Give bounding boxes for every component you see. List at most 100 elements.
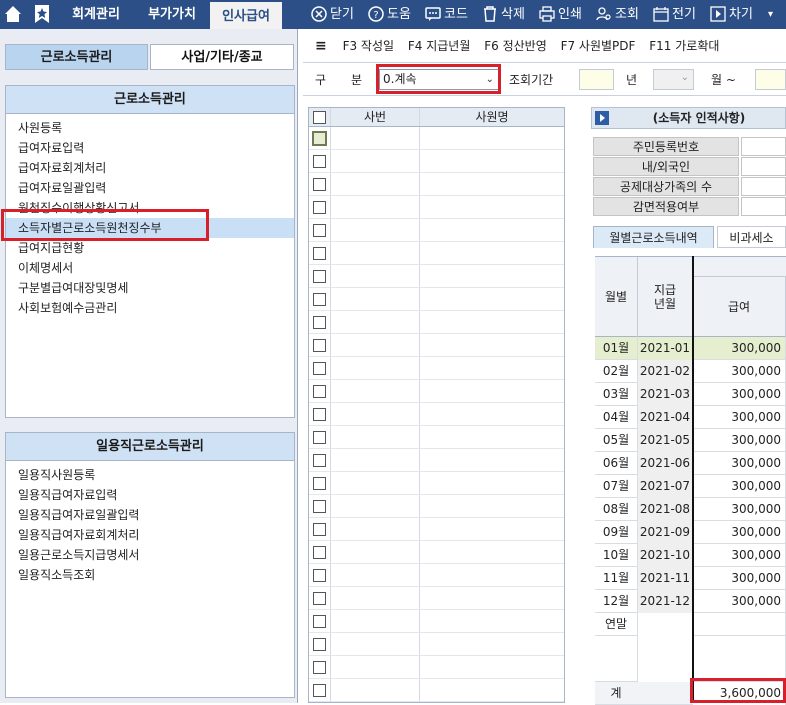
home-icon[interactable] xyxy=(2,3,24,25)
next-period-button[interactable]: 차기 xyxy=(710,0,753,29)
row-checkbox[interactable] xyxy=(313,637,326,651)
row-checkbox[interactable] xyxy=(313,269,326,283)
table-row[interactable] xyxy=(309,610,564,633)
cell-employee-id[interactable] xyxy=(331,495,420,517)
cell-employee-id[interactable] xyxy=(331,610,420,632)
cell-employee-name[interactable] xyxy=(420,196,564,218)
table-row[interactable]: 11월 2021-11 300,000 xyxy=(595,567,786,590)
row-checkbox[interactable] xyxy=(313,407,326,421)
cell-salary[interactable]: 300,000 xyxy=(693,429,786,452)
row-checkbox[interactable] xyxy=(313,154,326,168)
cell-salary[interactable]: 300,000 xyxy=(693,360,786,383)
menu-item-withholding-ledger[interactable]: 소득자별근로소득원천징수부 xyxy=(6,218,294,238)
print-button[interactable]: 인쇄 xyxy=(539,0,582,29)
row-checkbox[interactable] xyxy=(313,522,326,536)
table-row[interactable] xyxy=(309,403,564,426)
row-checkbox[interactable] xyxy=(313,384,326,398)
table-row[interactable]: 03월 2021-03 300,000 xyxy=(595,383,786,406)
table-row[interactable] xyxy=(309,242,564,265)
menu-item-employee-registration[interactable]: 사원등록 xyxy=(6,118,294,138)
cell-salary[interactable]: 300,000 xyxy=(693,567,786,590)
delete-button[interactable]: 삭제 xyxy=(482,0,525,29)
cell-employee-id[interactable] xyxy=(331,242,420,264)
subtab-earned-income[interactable]: 근로소득관리 xyxy=(5,44,148,70)
table-row[interactable]: 01월 2021-01 300,000 xyxy=(595,337,786,360)
f6-settlement-button[interactable]: F6 정산반영 xyxy=(484,39,547,53)
menu-item-payroll-bulk-input[interactable]: 급여자료일괄입력 xyxy=(6,178,294,198)
f11-expand-button[interactable]: F11 가로확대 xyxy=(649,39,719,53)
table-row[interactable] xyxy=(309,127,564,150)
cell-salary[interactable]: 300,000 xyxy=(693,498,786,521)
close-button[interactable]: 닫기 xyxy=(311,0,354,29)
select-all-checkbox[interactable] xyxy=(313,110,326,124)
cell-employee-name[interactable] xyxy=(420,426,564,448)
cell-employee-name[interactable] xyxy=(420,265,564,287)
more-chevron-icon[interactable]: ▾ xyxy=(768,0,773,29)
row-checkbox[interactable] xyxy=(313,338,326,352)
cell-employee-id[interactable] xyxy=(331,587,420,609)
menu-item-payroll-input[interactable]: 급여자료입력 xyxy=(6,138,294,158)
row-checkbox[interactable] xyxy=(313,683,326,697)
bookmark-star-icon[interactable] xyxy=(31,3,53,25)
cell-employee-name[interactable] xyxy=(420,679,564,701)
row-checkbox[interactable] xyxy=(313,591,326,605)
value-reduction[interactable] xyxy=(741,197,786,216)
cell-employee-name[interactable] xyxy=(420,610,564,632)
table-row[interactable] xyxy=(309,495,564,518)
menu-item-payroll-ledger[interactable]: 구분별급여대장및명세 xyxy=(6,278,294,298)
cell-employee-id[interactable] xyxy=(331,196,420,218)
cell-employee-id[interactable] xyxy=(331,311,420,333)
row-checkbox[interactable] xyxy=(313,177,326,191)
cell-employee-id[interactable] xyxy=(331,426,420,448)
table-row[interactable]: 04월 2021-04 300,000 xyxy=(595,406,786,429)
cell-employee-name[interactable] xyxy=(420,518,564,540)
table-row[interactable] xyxy=(309,311,564,334)
value-nationality[interactable] xyxy=(741,157,786,176)
f7-pdf-button[interactable]: F7 사원별PDF xyxy=(561,39,636,53)
cell-employee-name[interactable] xyxy=(420,219,564,241)
f3-date-button[interactable]: F3 작성일 xyxy=(343,39,394,53)
row-checkbox[interactable] xyxy=(313,476,326,490)
row-checkbox[interactable] xyxy=(313,568,326,582)
menu-item-social-insurance[interactable]: 사회보험예수금관리 xyxy=(6,298,294,318)
row-checkbox[interactable] xyxy=(313,430,326,444)
cell-employee-id[interactable] xyxy=(331,564,420,586)
row-checkbox[interactable] xyxy=(312,130,327,146)
cell-employee-id[interactable] xyxy=(331,656,420,678)
previous-period-button[interactable]: 전기 xyxy=(653,0,696,29)
cell-employee-name[interactable] xyxy=(420,472,564,494)
cell-employee-name[interactable] xyxy=(420,380,564,402)
tab-monthly-income[interactable]: 월별근로소득내역 xyxy=(593,226,714,248)
row-checkbox[interactable] xyxy=(313,223,326,237)
cell-employee-name[interactable] xyxy=(420,403,564,425)
table-row[interactable] xyxy=(309,196,564,219)
cell-salary[interactable]: 300,000 xyxy=(693,383,786,406)
cell-employee-name[interactable] xyxy=(420,242,564,264)
cell-salary[interactable]: 300,000 xyxy=(693,337,786,360)
row-checkbox[interactable] xyxy=(313,545,326,559)
cell-employee-id[interactable] xyxy=(331,127,420,149)
table-row[interactable] xyxy=(309,633,564,656)
table-row[interactable]: 08월 2021-08 300,000 xyxy=(595,498,786,521)
table-row[interactable] xyxy=(309,380,564,403)
table-row[interactable] xyxy=(309,679,564,702)
cell-employee-id[interactable] xyxy=(331,357,420,379)
table-row[interactable]: 05월 2021-05 300,000 xyxy=(595,429,786,452)
cell-employee-id[interactable] xyxy=(331,403,420,425)
table-row[interactable]: 12월 2021-12 300,000 xyxy=(595,590,786,613)
cell-employee-name[interactable] xyxy=(420,357,564,379)
table-row[interactable] xyxy=(309,472,564,495)
cell-employee-name[interactable] xyxy=(420,495,564,517)
cell-employee-id[interactable] xyxy=(331,288,420,310)
cell-employee-id[interactable] xyxy=(331,380,420,402)
cell-employee-name[interactable] xyxy=(420,127,564,149)
table-row[interactable] xyxy=(309,518,564,541)
menu-item-daily-payment-statement[interactable]: 일용근로소득지급명세서 xyxy=(6,545,294,565)
month-select[interactable]: ⌄ xyxy=(653,69,694,90)
menu-item-daily-accounting[interactable]: 일용직급여자료회계처리 xyxy=(6,525,294,545)
cell-salary[interactable]: 300,000 xyxy=(693,406,786,429)
f4-payperiod-button[interactable]: F4 지급년월 xyxy=(408,39,471,53)
cell-employee-name[interactable] xyxy=(420,150,564,172)
row-checkbox[interactable] xyxy=(313,200,326,214)
cell-employee-id[interactable] xyxy=(331,633,420,655)
